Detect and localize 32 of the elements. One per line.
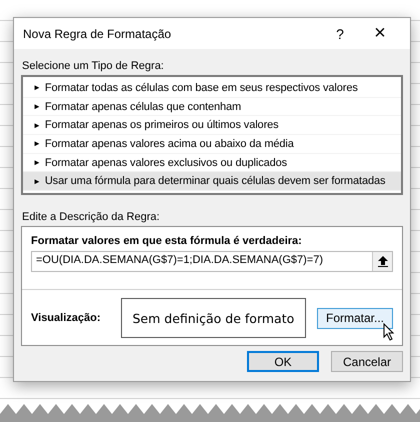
- rule-type-item[interactable]: ► Formatar apenas valores acima ou abaixo da média: [23, 135, 401, 154]
- formula-label: Formatar valores em que esta fórmula é verdadeira:: [31, 235, 302, 248]
- item-label: Formatar todas as células com base em seus respectivos valores: [44, 82, 358, 94]
- bullet-icon: ►: [33, 120, 41, 130]
- rule-type-item[interactable]: ► Usar uma fórmula para determinar quais células devem ser formatadas: [23, 172, 401, 192]
- rule-type-item[interactable]: ► Formatar apenas células que contenham: [23, 98, 401, 116]
- preview-label: Visualização:: [31, 312, 102, 324]
- item-label: Formatar apenas valores acima ou abaixo da média: [44, 138, 294, 150]
- item-label: Formatar apenas os primeiros ou últimos valores: [44, 119, 279, 132]
- bullet-icon: ►: [33, 176, 41, 186]
- bullet-icon: ►: [33, 102, 41, 112]
- bullet-icon: ►: [33, 83, 41, 92]
- cursor-icon: [383, 322, 395, 341]
- window-title: Nova Regra de Formatação: [23, 26, 172, 40]
- item-label: Usar uma fórmula para determinar quais células devem ser formatadas: [44, 175, 386, 188]
- format-button[interactable]: Formatar...: [316, 308, 393, 329]
- bullet-icon: ►: [33, 158, 41, 168]
- rule-type-item[interactable]: ► Formatar apenas os primeiros ou últimos valores: [23, 116, 401, 136]
- bullet-icon: ►: [33, 139, 41, 148]
- help-button[interactable]: ?: [320, 26, 360, 42]
- dialog-button[interactable]: OK: [247, 351, 319, 372]
- section-label: Selecione um Tipo de Regra:: [22, 60, 164, 72]
- item-label: Formatar apenas células que contenham: [44, 100, 242, 113]
- rule-type-item[interactable]: ► Formatar todas as células com base em seus respectivos valores: [23, 79, 401, 98]
- collapse-button[interactable]: [372, 252, 392, 272]
- up-arrow-icon: [378, 256, 388, 268]
- dialog-button[interactable]: Cancelar: [331, 351, 403, 372]
- formula-field[interactable]: =OU(DIA.DA.SEMANA(G$7)=1;DIA.DA.SEMANA(G$7)=7): [31, 251, 393, 272]
- item-label: Formatar apenas valores exclusivos ou duplicados: [44, 156, 288, 169]
- close-button[interactable]: ×: [360, 22, 400, 45]
- section-label: Edite a Descrição da Regra:: [22, 211, 160, 224]
- preview-box: Sem definição de formato: [120, 298, 306, 338]
